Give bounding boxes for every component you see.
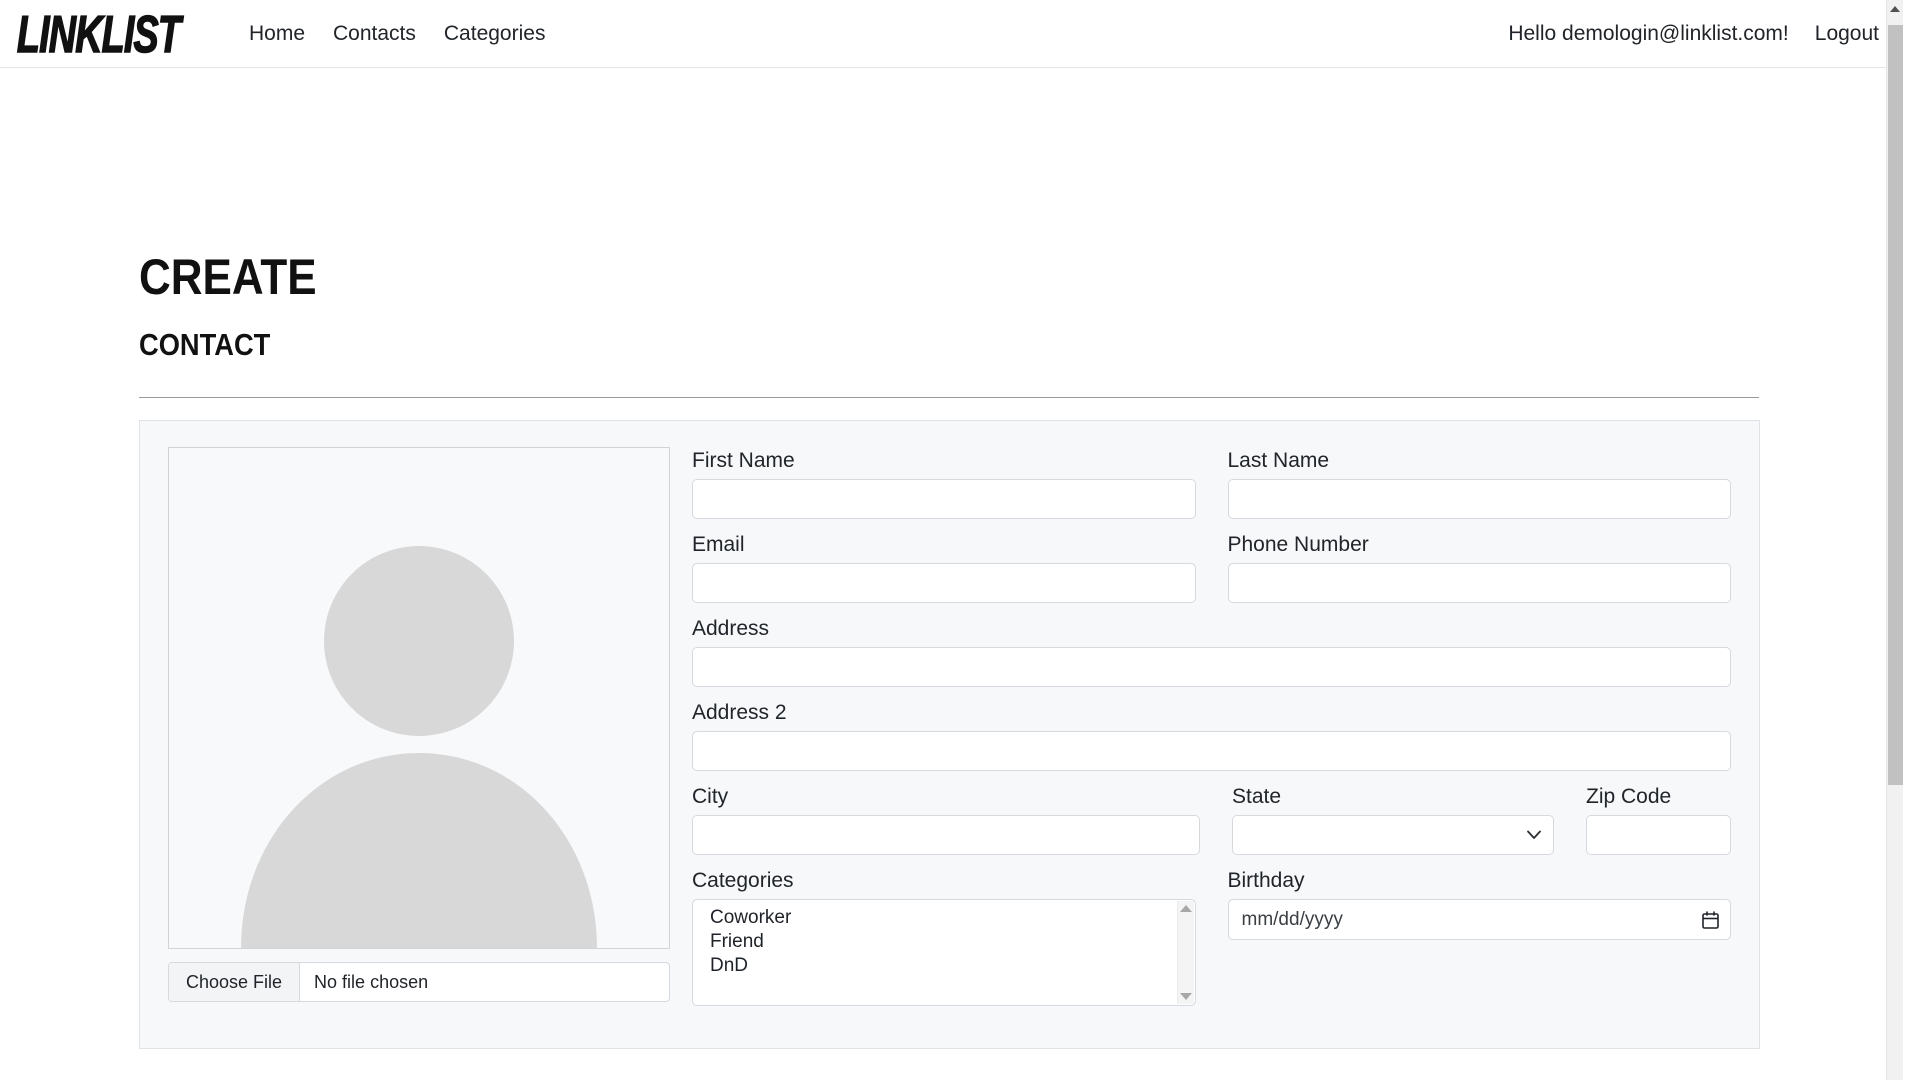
form-row-address: Address [692, 615, 1731, 687]
top-navbar: LINKLIST Home Contacts Categories Hello … [0, 0, 1903, 68]
photo-column: Choose File No file chosen [168, 447, 670, 1018]
categories-scrollbar[interactable] [1176, 901, 1194, 1004]
field-last-name: Last Name [1227, 447, 1731, 519]
avatar-placeholder-icon [169, 448, 669, 948]
nav-link-contacts[interactable]: Contacts [333, 22, 416, 46]
zip-code-input[interactable] [1586, 815, 1731, 855]
file-status-label: No file chosen [314, 971, 429, 992]
photo-file-input[interactable]: Choose File No file chosen [168, 962, 670, 1002]
field-address2: Address 2 [692, 699, 1731, 771]
last-name-input[interactable] [1227, 479, 1731, 519]
field-email: Email [692, 531, 1196, 603]
label-first-name: First Name [692, 449, 795, 472]
field-birthday: Birthday mm/dd/yyyy [1227, 867, 1731, 1006]
nav-link-home[interactable]: Home [249, 22, 305, 46]
form-row-address2: Address 2 [692, 699, 1731, 771]
field-phone-number: Phone Number [1227, 531, 1731, 603]
page-root: LINKLIST Home Contacts Categories Hello … [0, 0, 1903, 1080]
user-nav: Hello demologin@linklist.com! Logout [1508, 22, 1879, 46]
state-select[interactable] [1232, 815, 1554, 855]
label-address: Address [692, 617, 770, 640]
brand-logo[interactable]: LINKLIST [12, 7, 181, 60]
label-email: Email [692, 533, 745, 556]
form-row-name: First Name Last Name [692, 447, 1731, 519]
primary-nav: Home Contacts Categories [249, 22, 545, 46]
title-divider [139, 397, 1759, 398]
fields-column: First Name Last Name Email Phone Number … [692, 447, 1731, 1018]
state-select-wrapper [1232, 815, 1554, 855]
city-input[interactable] [692, 815, 1200, 855]
label-address2: Address 2 [692, 701, 787, 724]
user-greeting: Hello demologin@linklist.com! [1508, 21, 1789, 45]
phone-number-input[interactable] [1227, 563, 1731, 603]
first-name-input[interactable] [692, 479, 1196, 519]
choose-file-button[interactable]: Choose File [169, 963, 301, 1001]
form-row-categories-birthday: Categories Coworker Friend DnD Birthday … [692, 867, 1731, 1006]
contact-form-panel: Choose File No file chosen First Name La… [139, 420, 1760, 1049]
category-option-friend[interactable]: Friend [693, 930, 1195, 954]
label-phone-number: Phone Number [1227, 533, 1369, 556]
main-content: CREATE CONTACT Choose File No file chose… [0, 68, 1903, 1049]
birthday-input[interactable]: mm/dd/yyyy [1227, 899, 1731, 940]
content-container: CREATE CONTACT Choose File No file chose… [139, 68, 1760, 1049]
scroll-down-arrow-icon[interactable] [1179, 993, 1192, 1000]
label-state: State [1232, 785, 1282, 808]
category-option-dnd[interactable]: DnD [693, 954, 1195, 978]
field-city: City [692, 783, 1200, 855]
email-input[interactable] [692, 563, 1196, 603]
address2-input[interactable] [692, 731, 1731, 771]
field-address: Address [692, 615, 1731, 687]
scrollbar-up-arrow-icon[interactable] [1890, 6, 1900, 12]
page-title: CREATE [139, 249, 317, 305]
avatar-preview [168, 447, 670, 949]
field-first-name: First Name [692, 447, 1196, 519]
categories-listbox[interactable]: Coworker Friend DnD [692, 899, 1196, 1006]
label-zip-code: Zip Code [1586, 785, 1672, 808]
label-categories: Categories [692, 869, 794, 892]
field-zip-code: Zip Code [1586, 783, 1731, 855]
birthday-input-wrapper: mm/dd/yyyy [1227, 899, 1731, 940]
form-row-city-state-zip: City State Zip Code [692, 783, 1731, 855]
form-row-contact: Email Phone Number [692, 531, 1731, 603]
logout-link[interactable]: Logout [1815, 22, 1879, 46]
field-state: State [1232, 783, 1554, 855]
window-scrollbar[interactable] [1886, 0, 1903, 1080]
label-last-name: Last Name [1227, 449, 1330, 472]
page-subtitle: CONTACT [139, 327, 271, 362]
field-categories: Categories Coworker Friend DnD [692, 867, 1196, 1006]
label-city: City [692, 785, 729, 808]
nav-link-categories[interactable]: Categories [444, 22, 546, 46]
scroll-up-arrow-icon[interactable] [1179, 905, 1192, 912]
category-option-coworker[interactable]: Coworker [693, 906, 1195, 930]
scrollbar-thumb[interactable] [1888, 25, 1903, 785]
label-birthday: Birthday [1227, 869, 1305, 892]
address-input[interactable] [692, 647, 1731, 687]
